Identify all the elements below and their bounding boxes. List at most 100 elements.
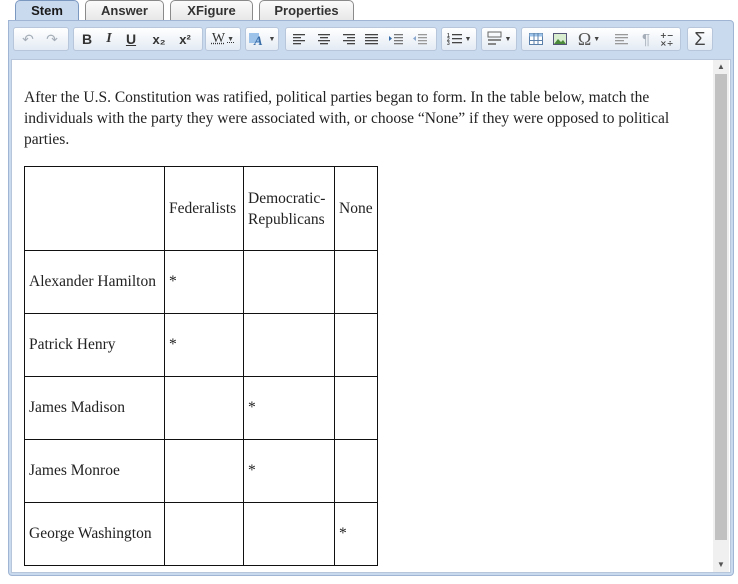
align-justify-icon[interactable] — [362, 29, 382, 49]
editor-frame: ↶ ↷ B I U x₂ x² W ▼ A ▼ 1 2 3 ▼ ▼ Ω ▼ ¶ … — [8, 20, 734, 576]
answer-cell[interactable] — [164, 376, 244, 440]
chevron-down-icon: ▼ — [464, 35, 472, 43]
word-count-group: W ▼ — [205, 27, 241, 51]
tab-answer[interactable]: Answer — [85, 0, 164, 22]
stem-text: After the U.S. Constitution was ratified… — [24, 89, 670, 148]
image-glyph — [553, 33, 567, 45]
row-name-cell: Alexander Hamilton — [24, 250, 165, 314]
tab-bar: Stem Answer XFigure Properties — [0, 0, 738, 23]
format-group: B I U x₂ x² — [73, 27, 203, 51]
table-row: Alexander Hamilton * — [24, 250, 378, 314]
table-glyph — [529, 33, 543, 45]
subscript-button[interactable]: x₂ — [148, 29, 170, 49]
align-left-glyph — [293, 34, 305, 45]
equation-group: Σ — [687, 27, 713, 51]
tab-xfigure[interactable]: XFigure — [170, 0, 253, 22]
table-header-cell — [24, 166, 165, 251]
paragraph-icon[interactable] — [612, 29, 632, 49]
table-header-cell: None — [334, 166, 378, 251]
answer-cell[interactable] — [243, 250, 335, 314]
scroll-down-icon[interactable]: ▼ — [713, 558, 729, 572]
special-char-button[interactable]: Ω ▼ — [574, 29, 604, 49]
numbered-list-icon: 123 — [447, 33, 462, 46]
answer-cell[interactable] — [164, 439, 244, 503]
scroll-up-icon[interactable]: ▲ — [713, 60, 729, 74]
table-header-cell: Democratic-Republicans — [243, 166, 335, 251]
align-center-glyph — [318, 34, 330, 45]
row-name-cell: George Washington — [24, 502, 165, 566]
math-operators-icon[interactable]: +− ×÷ — [658, 29, 678, 49]
editor-toolbar: ↶ ↷ B I U x₂ x² W ▼ A ▼ 1 2 3 ▼ ▼ Ω ▼ ¶ … — [9, 21, 733, 59]
chevron-down-icon: ▼ — [504, 35, 512, 43]
pilcrow-icon[interactable]: ¶ — [636, 29, 656, 49]
block-format-button[interactable]: ▼ — [485, 29, 513, 49]
align-center-icon[interactable] — [314, 29, 334, 49]
outdent-icon[interactable] — [410, 29, 430, 49]
style-group: A ▼ — [245, 27, 279, 51]
table-header-row: Federalists Democratic-Republicans None — [24, 166, 378, 251]
table-row: James Madison * — [24, 376, 378, 440]
svg-text:×÷: ×÷ — [660, 39, 673, 47]
chevron-down-icon: ▼ — [268, 35, 276, 43]
tab-properties[interactable]: Properties — [259, 0, 354, 22]
chevron-down-icon: ▼ — [227, 35, 235, 43]
answer-cell[interactable]: * — [243, 439, 335, 503]
word-count-button[interactable]: W ▼ — [208, 29, 238, 49]
list-group: 1 2 3 ▼ — [441, 27, 477, 51]
align-right-icon[interactable] — [338, 29, 358, 49]
answer-cell[interactable]: * — [164, 313, 244, 377]
bold-button[interactable]: B — [78, 29, 96, 49]
sigma-icon[interactable]: Σ — [690, 29, 710, 49]
redo-icon[interactable]: ↷ — [42, 29, 62, 49]
svg-text:A: A — [253, 33, 263, 47]
paragraph-glyph — [615, 34, 628, 45]
row-name-cell: James Monroe — [24, 439, 165, 503]
scrollbar-thumb[interactable] — [715, 74, 727, 540]
answer-cell[interactable] — [164, 502, 244, 566]
chevron-down-icon: ▼ — [593, 35, 601, 43]
font-style-icon: A — [248, 33, 263, 47]
row-name-cell: Patrick Henry — [24, 313, 165, 377]
answer-cell[interactable] — [334, 313, 378, 377]
image-icon[interactable] — [550, 29, 570, 49]
history-group: ↶ ↷ — [13, 27, 69, 51]
omega-icon: Ω — [577, 28, 592, 49]
align-right-glyph — [343, 34, 355, 45]
text-style-button[interactable]: A ▼ — [248, 29, 276, 49]
undo-icon[interactable]: ↶ — [18, 29, 38, 49]
matching-table[interactable]: Federalists Democratic-Republicans None … — [24, 166, 378, 566]
answer-cell[interactable]: * — [243, 376, 335, 440]
indent-icon[interactable] — [386, 29, 406, 49]
table-icon[interactable] — [526, 29, 546, 49]
row-name-cell: James Madison — [24, 376, 165, 440]
insert-group: Ω ▼ ¶ +− ×÷ — [521, 27, 681, 51]
answer-cell[interactable]: * — [164, 250, 244, 314]
alignment-group — [285, 27, 437, 51]
numbered-list-button[interactable]: 1 2 3 ▼ — [445, 29, 473, 49]
table-row: George Washington * — [24, 502, 378, 566]
answer-cell[interactable] — [334, 250, 378, 314]
align-left-icon[interactable] — [290, 29, 310, 49]
answer-cell[interactable] — [334, 376, 378, 440]
editor-area[interactable]: After the U.S. Constitution was ratified… — [11, 59, 731, 573]
superscript-button[interactable]: x² — [174, 29, 196, 49]
answer-cell[interactable] — [243, 313, 335, 377]
block-format-icon — [487, 31, 502, 45]
table-row: Patrick Henry * — [24, 313, 378, 377]
answer-cell[interactable] — [243, 502, 335, 566]
outdent-glyph — [413, 34, 427, 45]
block-group: ▼ — [481, 27, 517, 51]
math-operators-glyph: +−×÷ — [660, 31, 673, 47]
italic-button[interactable]: I — [100, 29, 118, 49]
word-count-label: W — [211, 31, 226, 46]
answer-cell[interactable]: * — [334, 502, 378, 566]
answer-cell[interactable] — [334, 439, 378, 503]
svg-text:3: 3 — [447, 41, 450, 46]
vertical-scrollbar[interactable]: ▲ ▼ — [713, 60, 729, 572]
table-row: James Monroe * — [24, 439, 378, 503]
indent-glyph — [389, 34, 403, 45]
table-header-cell: Federalists — [164, 166, 244, 251]
align-justify-glyph — [365, 34, 378, 45]
editor-content: After the U.S. Constitution was ratified… — [24, 87, 714, 566]
underline-button[interactable]: U — [122, 29, 140, 49]
